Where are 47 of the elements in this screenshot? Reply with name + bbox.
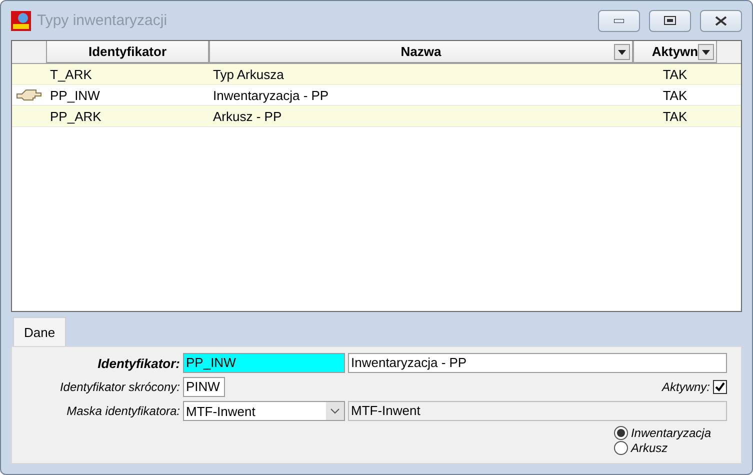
table-cell-text: PP_INW — [49, 88, 101, 102]
field-label: Identyfikator: — [96, 356, 180, 370]
table-row[interactable]: T_ARK Typ Arkusza TAK — [12, 64, 741, 85]
mask-dropdown[interactable]: MTF-Inwent — [183, 401, 345, 421]
radio-option[interactable]: Inwentaryzacja — [614, 425, 711, 440]
column-header[interactable]: Nazwa — [209, 41, 633, 63]
table-cell-text: PP_ARK — [49, 108, 102, 124]
radio-label: Arkusz — [630, 440, 668, 454]
check-icon — [715, 382, 725, 392]
identifier-field[interactable]: PP_INW — [183, 353, 345, 373]
pointing-hand-icon — [16, 88, 42, 102]
maximize-button[interactable] — [649, 10, 691, 32]
app-logo-icon — [11, 10, 31, 30]
field-label: Identyfikator skrócony: — [58, 380, 180, 394]
radio-button[interactable] — [614, 440, 628, 454]
radio-option[interactable]: Arkusz — [614, 440, 711, 455]
table-cell-text: Typ Arkusza — [212, 66, 285, 82]
filter-button[interactable] — [614, 44, 630, 60]
table-cell-text: TAK — [662, 108, 688, 124]
close-icon — [715, 16, 727, 26]
active-checkbox[interactable] — [713, 380, 727, 394]
radio-label: Inwentaryzacja — [630, 426, 711, 440]
filter-button[interactable] — [698, 44, 714, 60]
chevron-down-icon — [326, 402, 344, 420]
minimize-icon — [614, 18, 624, 22]
caret-icon — [702, 50, 710, 54]
table-cell-text: Arkusz - PP — [212, 108, 283, 124]
close-button[interactable] — [700, 10, 742, 32]
field-label: Aktywny: — [662, 380, 710, 394]
caret-icon — [618, 50, 626, 54]
radio-button[interactable] — [614, 426, 628, 440]
name-field[interactable]: Inwentaryzacja - PP — [348, 353, 727, 373]
column-header[interactable]: Aktywn — [633, 41, 717, 63]
field-label: Maska identyfikatora: — [66, 404, 180, 418]
short-identifier-field[interactable]: PINW — [183, 377, 225, 397]
column-header[interactable]: Identyfikator — [46, 41, 209, 63]
minimize-button[interactable] — [598, 10, 640, 32]
table-cell-text: T_ARK — [49, 66, 93, 82]
radio-dot-icon — [616, 428, 625, 436]
table-cell-text: Inwentaryzacja - PP — [212, 88, 330, 102]
maximize-icon — [664, 16, 676, 25]
tab[interactable]: Dane — [13, 317, 66, 346]
window-title: Typy inwentaryzacji — [37, 12, 168, 29]
table-cell-text: TAK — [662, 88, 688, 102]
table-row[interactable]: PP_ARK Arkusz - PP TAK — [12, 106, 741, 127]
mask-display-field: MTF-Inwent — [348, 401, 727, 421]
table-cell-text: TAK — [662, 66, 688, 82]
